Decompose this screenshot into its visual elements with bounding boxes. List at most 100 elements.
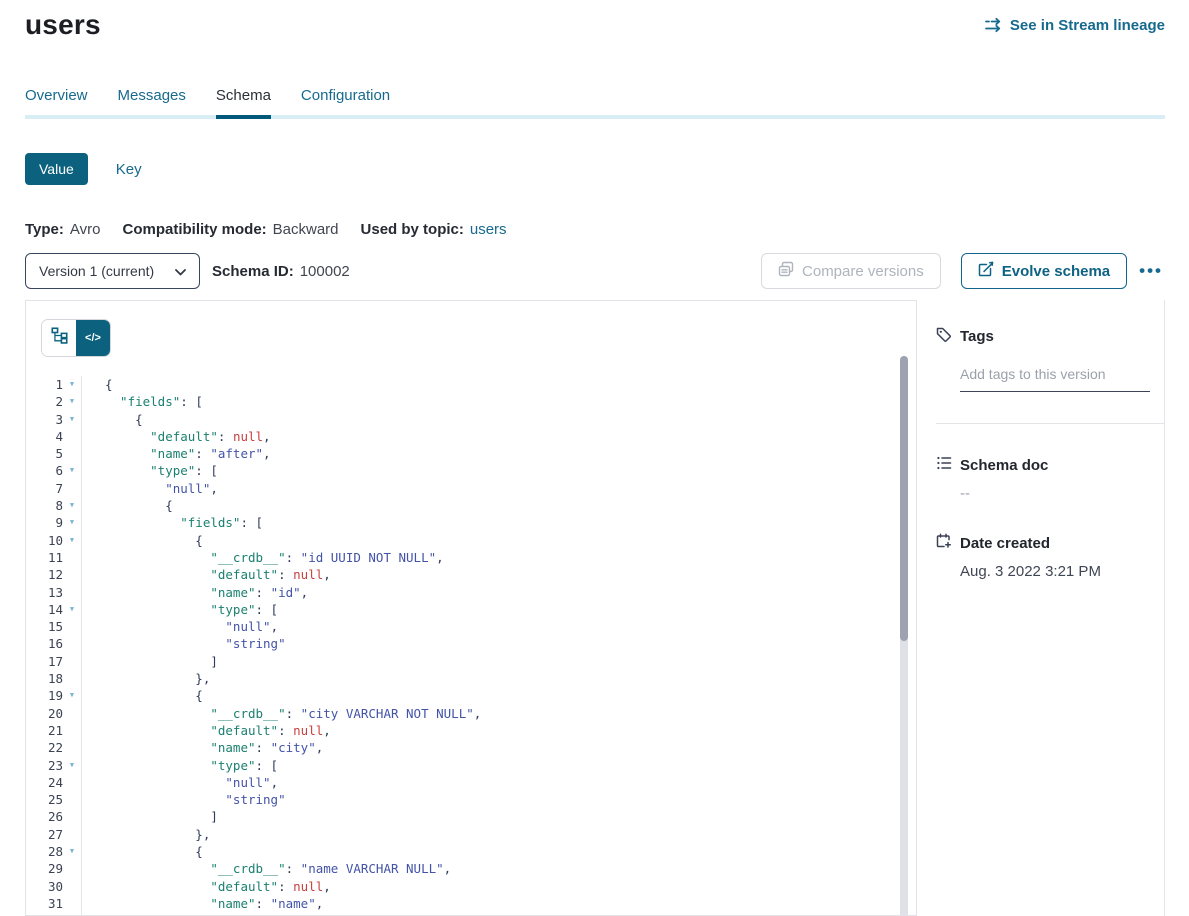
key-toggle-button[interactable]: Key xyxy=(116,161,142,178)
stream-lineage-icon xyxy=(984,17,1003,33)
fold-arrow-icon[interactable]: ▼ xyxy=(63,393,82,410)
code-text: "fields": [ xyxy=(82,393,203,410)
value-toggle-button[interactable]: Value xyxy=(25,153,88,185)
schema-id: Schema ID: 100002 xyxy=(212,263,350,280)
line-number: 8 xyxy=(26,497,63,514)
date-created-heading: Date created xyxy=(960,535,1050,552)
fold-arrow-icon[interactable]: ▼ xyxy=(63,462,82,479)
tab-configuration[interactable]: Configuration xyxy=(301,86,390,106)
fold-gutter xyxy=(63,670,82,687)
code-text: "null", xyxy=(82,618,278,635)
more-options-button[interactable]: ••• xyxy=(1137,261,1165,281)
version-select[interactable]: Version 1 (current) xyxy=(25,253,200,289)
line-number: 4 xyxy=(26,428,63,445)
schema-meta-row: Type: Avro Compatibility mode: Backward … xyxy=(25,221,1165,238)
tab-messages[interactable]: Messages xyxy=(118,86,186,106)
code-text: { xyxy=(82,497,173,514)
tags-input[interactable] xyxy=(960,366,1150,392)
line-number: 23 xyxy=(26,757,63,774)
line-number: 21 xyxy=(26,722,63,739)
line-number: 17 xyxy=(26,653,63,670)
code-text: "default": null, xyxy=(82,878,331,895)
fold-gutter xyxy=(63,618,82,635)
scrollbar-thumb[interactable] xyxy=(900,356,908,641)
line-number: 28 xyxy=(26,843,63,860)
tag-icon xyxy=(936,326,952,346)
fold-arrow-icon[interactable]: ▼ xyxy=(63,912,82,916)
code-text: }, xyxy=(82,826,210,843)
code-text: "type": [ xyxy=(82,757,278,774)
fold-gutter xyxy=(63,895,82,912)
code-text: "default": null, xyxy=(82,566,331,583)
code-view-icon: </> xyxy=(85,332,101,344)
code-text: "null", xyxy=(82,774,278,791)
fold-arrow-icon[interactable]: ▼ xyxy=(63,514,82,531)
stream-lineage-link[interactable]: See in Stream lineage xyxy=(984,17,1165,34)
line-number: 32 xyxy=(26,912,63,916)
code-text: { xyxy=(82,411,143,428)
line-number: 1 xyxy=(26,376,63,393)
fold-arrow-icon[interactable]: ▼ xyxy=(63,411,82,428)
used-by-topic: Used by topic: users xyxy=(361,221,507,238)
line-number: 30 xyxy=(26,878,63,895)
tab-underline-track xyxy=(25,115,1165,119)
fold-arrow-icon[interactable]: ▼ xyxy=(63,497,82,514)
list-icon xyxy=(936,455,952,475)
fold-arrow-icon[interactable]: ▼ xyxy=(63,601,82,618)
line-number: 26 xyxy=(26,808,63,825)
code-line: 20 "__crdb__": "city VARCHAR NOT NULL", xyxy=(26,705,916,722)
code-line: 25"string" xyxy=(26,791,916,808)
schema-controls-row: Version 1 (current) Schema ID: 100002 Co… xyxy=(25,253,1165,289)
code-text: "default": null, xyxy=(82,428,271,445)
line-number: 24 xyxy=(26,774,63,791)
code-text: "__crdb__": "city VARCHAR NOT NULL", xyxy=(82,705,481,722)
code-line: 9▼"fields": [ xyxy=(26,514,916,531)
code-text: "name": "id", xyxy=(82,584,308,601)
code-line: 11"__crdb__": "id UUID NOT NULL", xyxy=(26,549,916,566)
code-view-button[interactable]: </> xyxy=(76,320,110,356)
line-number: 13 xyxy=(26,584,63,601)
tags-section: Tags xyxy=(936,326,1164,424)
fold-arrow-icon[interactable]: ▼ xyxy=(63,843,82,860)
fold-arrow-icon[interactable]: ▼ xyxy=(63,376,82,393)
code-line: 28▼{ xyxy=(26,843,916,860)
fold-arrow-icon[interactable]: ▼ xyxy=(63,687,82,704)
line-number: 20 xyxy=(26,705,63,722)
schema-code-area: 1▼{2▼"fields": [3▼{4"default": null,5"na… xyxy=(26,376,916,916)
code-text: "default": null, xyxy=(82,722,331,739)
sidebar-divider xyxy=(936,423,1164,424)
code-line: 14▼"type": [ xyxy=(26,601,916,618)
fold-gutter xyxy=(63,705,82,722)
editor-scrollbar[interactable] xyxy=(900,356,908,915)
tab-schema[interactable]: Schema xyxy=(216,86,271,106)
fold-arrow-icon[interactable]: ▼ xyxy=(63,532,82,549)
schema-editor-panel: </> 1▼{2▼"fields": [3▼{4"default": null,… xyxy=(25,300,917,916)
code-text: "type": [ xyxy=(82,912,278,916)
tab-overview[interactable]: Overview xyxy=(25,86,88,106)
tree-view-icon xyxy=(51,327,68,349)
line-number: 3 xyxy=(26,411,63,428)
evolve-schema-button[interactable]: Evolve schema xyxy=(961,253,1127,289)
fold-gutter xyxy=(63,549,82,566)
fold-gutter xyxy=(63,878,82,895)
code-text: "__crdb__": "id UUID NOT NULL", xyxy=(82,549,444,566)
code-line: 17] xyxy=(26,653,916,670)
version-select-value: Version 1 (current) xyxy=(39,263,154,279)
editor-mode-toggle: </> xyxy=(41,319,111,357)
code-text: "string" xyxy=(82,635,286,652)
editor-menu: </> xyxy=(41,319,916,357)
line-number: 14 xyxy=(26,601,63,618)
value-key-toggle: Value Key xyxy=(25,153,1165,185)
tree-view-button[interactable] xyxy=(42,320,76,356)
fold-arrow-icon[interactable]: ▼ xyxy=(63,757,82,774)
code-line: 23▼"type": [ xyxy=(26,757,916,774)
compare-versions-button[interactable]: Compare versions xyxy=(761,253,941,289)
code-line: 18}, xyxy=(26,670,916,687)
code-line: 32▼"type": [ xyxy=(26,912,916,916)
code-line: 29"__crdb__": "name VARCHAR NULL", xyxy=(26,860,916,877)
line-number: 16 xyxy=(26,635,63,652)
code-line: 16 "string" xyxy=(26,635,916,652)
topic-link[interactable]: users xyxy=(470,221,507,238)
fold-gutter xyxy=(63,791,82,808)
code-line: 24 "null", xyxy=(26,774,916,791)
